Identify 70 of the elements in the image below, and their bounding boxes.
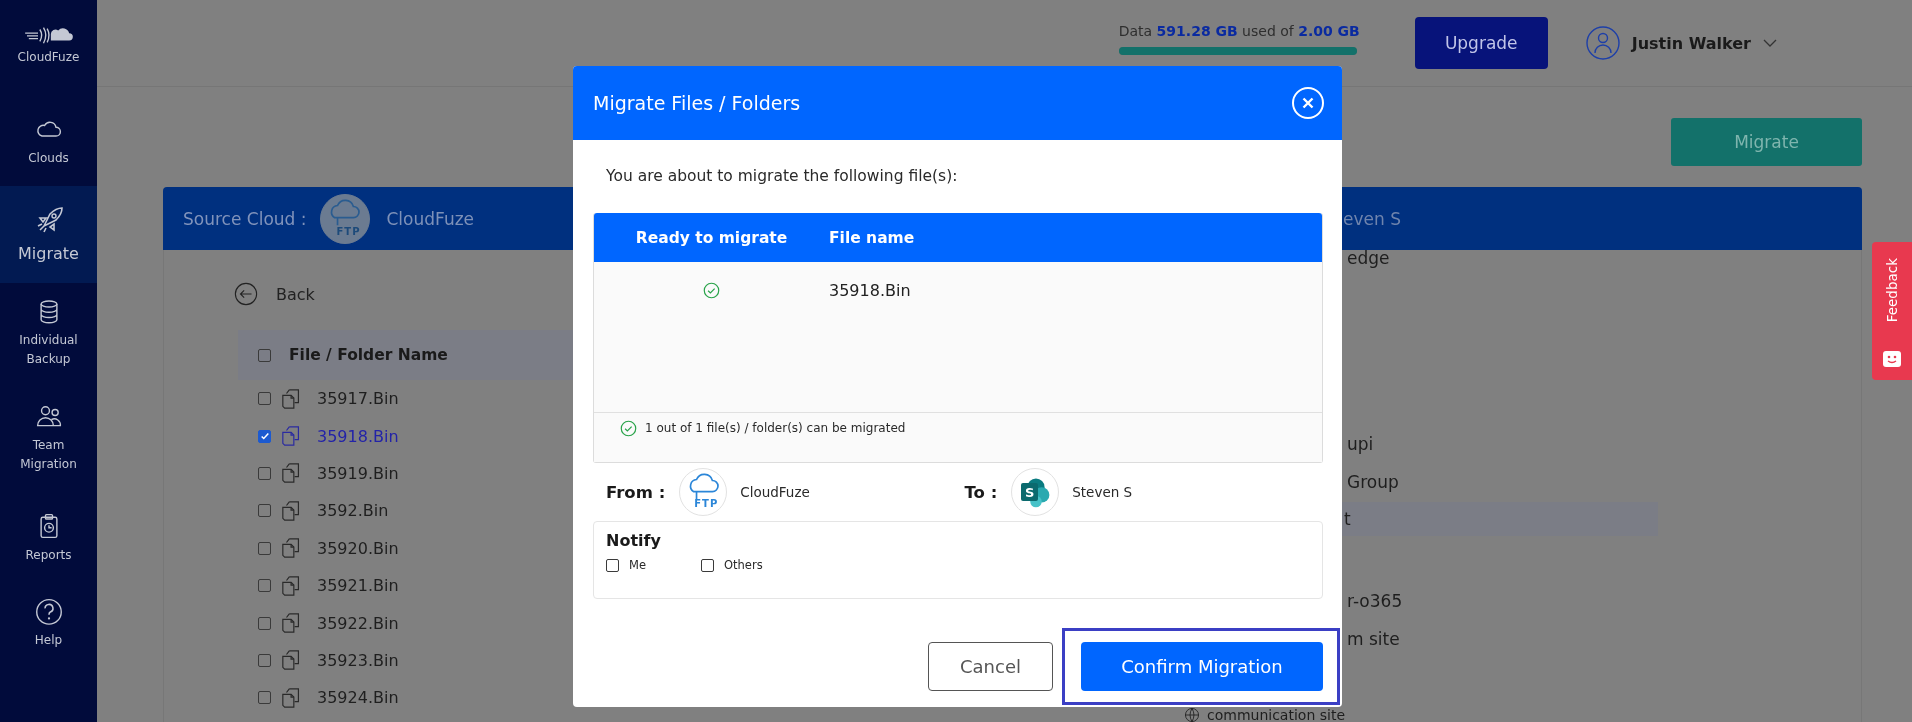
source-name: CloudFuze [740, 484, 810, 500]
checkbox[interactable] [701, 558, 714, 572]
source-cloud-name: CloudFuze [386, 208, 475, 229]
user-avatar-icon [1585, 26, 1620, 60]
checkbox[interactable] [258, 429, 271, 443]
column-header: Ready to migrate [635, 228, 788, 247]
chevron-down-icon[interactable] [1763, 39, 1777, 47]
tree-item[interactable]: t [1341, 502, 1658, 536]
tree-item[interactable]: m site [1344, 622, 1400, 656]
tree-item[interactable]: upi [1344, 427, 1374, 461]
feedback-tab[interactable]: Feedback [1872, 242, 1912, 380]
close-icon[interactable] [1291, 86, 1325, 120]
sidebar-item[interactable]: Individual Backup [0, 283, 97, 383]
sharepoint-logo: S [1011, 468, 1060, 516]
checkbox[interactable] [258, 348, 271, 362]
to-label: To : [964, 482, 998, 502]
checkbox[interactable] [258, 541, 271, 555]
check-circle-icon [620, 420, 637, 437]
file-name[interactable]: 3592.Bin [317, 501, 389, 521]
checkbox[interactable] [258, 653, 271, 667]
cancel-button[interactable]: Cancel [928, 642, 1053, 691]
from-label: From : [606, 482, 666, 502]
sidebar-item[interactable]: Reports [0, 493, 97, 583]
confirm-migration-button[interactable]: Confirm Migration [1081, 642, 1323, 691]
checkbox[interactable] [606, 558, 619, 572]
checkbox[interactable] [258, 392, 271, 406]
checkbox[interactable] [258, 579, 271, 593]
checkbox[interactable] [258, 691, 271, 705]
file-name[interactable]: 35924.Bin [317, 688, 399, 708]
sidebar-item[interactable]: Migrate [0, 186, 97, 283]
checkbox[interactable] [258, 466, 271, 480]
option-label: Me [629, 558, 646, 572]
help-icon [33, 597, 64, 625]
user-name[interactable]: Justin Walker [1631, 33, 1751, 53]
sidebar-item[interactable]: Team Migration [0, 383, 97, 493]
file-name[interactable]: 35917.Bin [317, 389, 399, 409]
sidebar-item[interactable]: Help [0, 583, 97, 693]
column-header: File / Folder Name [289, 346, 448, 364]
column-header: File name [829, 228, 916, 247]
tree-item[interactable]: r-o365 [1344, 584, 1403, 618]
checkbox[interactable] [258, 616, 271, 630]
tree-item[interactable]: Group [1344, 465, 1399, 499]
sidebar-item[interactable]: Clouds [0, 96, 97, 186]
file-name[interactable]: 35921.Bin [317, 576, 399, 596]
migrate-button[interactable]: Migrate [1671, 118, 1862, 166]
migration-summary: 1 out of 1 file(s) / folder(s) can be migrated [645, 420, 906, 437]
source-cloud-label: Source Cloud : [183, 208, 307, 229]
tree-item[interactable]: edge [1344, 241, 1390, 275]
destination-name: Steven S [1072, 484, 1133, 500]
smiley-icon [1882, 350, 1902, 368]
logo-text: CloudFuze [17, 50, 80, 64]
upgrade-button[interactable]: Upgrade [1414, 17, 1548, 69]
table-cell-text: 35918.Bin [829, 280, 912, 300]
back-link[interactable]: Back [234, 282, 315, 306]
file-name[interactable]: 35923.Bin [317, 650, 399, 670]
file-name[interactable]: 35920.Bin [317, 538, 399, 558]
globe-icon [1185, 708, 1199, 722]
storage-usage-text: Data 591.28 GB used of 2.00 GB [1118, 23, 1359, 39]
file-name[interactable]: 35919.Bin [317, 463, 399, 483]
option-label: Others [724, 558, 763, 572]
file-name[interactable]: 35922.Bin [317, 613, 399, 633]
checkbox[interactable] [258, 504, 271, 518]
destination-cloud-name: even S [1343, 208, 1401, 229]
dialog-title: Migrate Files / Folders [593, 92, 801, 114]
dialog-message: You are about to migrate the following file(s): [605, 166, 959, 187]
ftp-logo: FTP [679, 468, 728, 516]
file-name[interactable]: 35918.Bin [317, 426, 399, 446]
notify-title: Notify [606, 531, 662, 550]
ftp-logo: FTP [320, 193, 371, 244]
tree-item[interactable]: communication site [1182, 708, 1345, 722]
